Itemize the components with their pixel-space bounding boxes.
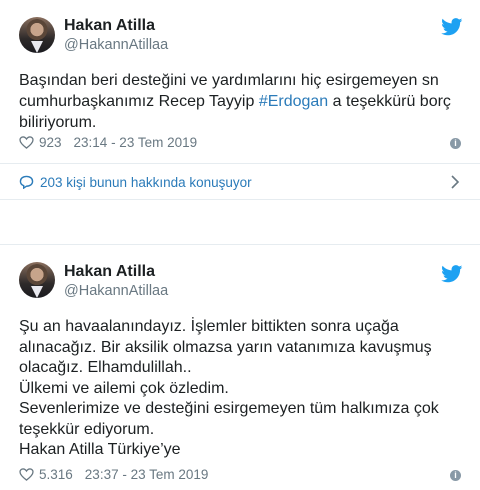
like-count[interactable]: 923 [39, 135, 62, 150]
info-icon[interactable]: i [450, 470, 461, 481]
heart-icon[interactable] [19, 468, 34, 481]
tweet-card-2: Hakan Atilla @HakannAtillaa Şu an havaal… [0, 244, 480, 490]
author-name[interactable]: Hakan Atilla [64, 17, 155, 35]
tweet-text: Başından beri desteğini ve yardımlarını … [19, 70, 459, 133]
twitter-bird-icon[interactable] [441, 265, 463, 283]
timestamp[interactable]: 23:14 - 23 Tem 2019 [74, 135, 198, 150]
timestamp[interactable]: 23:37 - 23 Tem 2019 [85, 467, 209, 482]
avatar[interactable] [19, 17, 55, 53]
conversation-label[interactable]: 203 kişi bunun hakkında konuşuyor [40, 175, 252, 190]
tweet-meta: 5.316 23:37 - 23 Tem 2019 [19, 467, 208, 482]
heart-icon[interactable] [19, 136, 34, 149]
author-name[interactable]: Hakan Atilla [64, 263, 155, 281]
tweet-card-1: Hakan Atilla @HakannAtillaa Başından ber… [0, 0, 480, 200]
hashtag-link[interactable]: #Erdogan [259, 93, 328, 110]
tweet-text: Şu an havaalanındayız. İşlemler bittikte… [19, 318, 439, 458]
chevron-right-icon[interactable] [450, 175, 460, 189]
like-count[interactable]: 5.316 [39, 467, 73, 482]
twitter-bird-icon[interactable] [441, 18, 463, 36]
info-icon[interactable]: i [450, 138, 461, 149]
reply-bubble-icon [19, 175, 34, 189]
author-handle[interactable]: @HakannAtillaa [64, 37, 168, 53]
avatar[interactable] [19, 262, 55, 298]
tweet-meta: 923 23:14 - 23 Tem 2019 [19, 135, 197, 150]
author-handle[interactable]: @HakannAtillaa [64, 283, 168, 299]
feed-gap [0, 200, 480, 244]
conversation-link[interactable]: 203 kişi bunun hakkında konuşuyor [0, 163, 480, 201]
